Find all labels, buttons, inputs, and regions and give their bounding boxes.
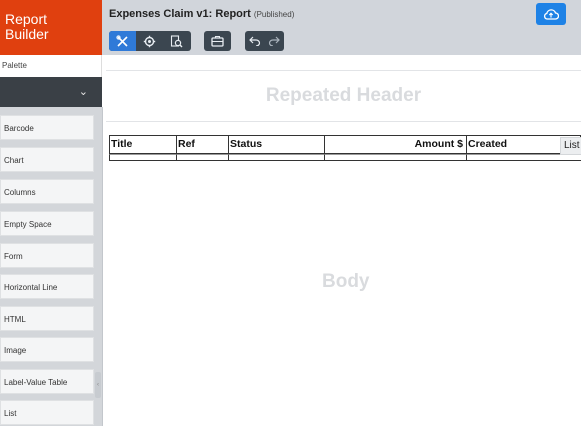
list-component-tag[interactable]: List (560, 137, 581, 155)
palette-label: Palette (0, 55, 102, 77)
table-cell (109, 154, 176, 160)
palette-item-columns[interactable]: Columns (0, 179, 94, 204)
palette-list: Barcode Chart Columns Empty Space Form H… (0, 107, 103, 426)
column-header-title[interactable]: Title (109, 136, 176, 153)
brand-line-1: Report (5, 11, 48, 27)
palette-item-image[interactable]: Image (0, 337, 94, 362)
table-cell (228, 154, 324, 160)
palette-category-select[interactable]: ⌄ (0, 77, 102, 107)
repeated-header-band[interactable]: Repeated Header (106, 70, 581, 122)
undo-button[interactable] (245, 31, 264, 51)
gear-icon (143, 35, 156, 47)
data-source-button[interactable] (204, 31, 231, 51)
column-header-status[interactable]: Status (228, 136, 324, 153)
column-header-ref[interactable]: Ref (176, 136, 228, 153)
report-title-text: Expenses Claim v1: Report (109, 8, 251, 20)
brand-line-2: Builder (5, 26, 49, 42)
redo-button[interactable] (264, 31, 284, 51)
repeated-header-label: Repeated Header (265, 85, 422, 106)
body-band-label: Body (322, 271, 370, 292)
table-cell (176, 154, 228, 160)
cloud-upload-icon (543, 9, 559, 20)
palette-item-list[interactable]: List (0, 400, 94, 425)
table-detail-row (109, 154, 581, 161)
design-mode-button[interactable] (109, 31, 136, 51)
list-table[interactable]: Title Ref Status Amount $ Created (109, 135, 581, 161)
palette-item-label-value-table[interactable]: Label-Value Table (0, 369, 94, 394)
palette-item-horizontal-line[interactable]: Horizontal Line (0, 274, 94, 299)
palette-item-chart[interactable]: Chart (0, 147, 94, 172)
view-mode-group (109, 31, 191, 51)
preview-search-icon (170, 34, 183, 47)
publish-status: (Published) (253, 10, 295, 19)
column-header-amount[interactable]: Amount $ (324, 136, 466, 153)
data-source-group (204, 31, 231, 51)
tools-icon (116, 34, 128, 47)
chevron-down-icon: ⌄ (78, 86, 88, 98)
briefcase-icon (211, 35, 224, 47)
redo-icon (268, 36, 280, 46)
undo-icon (248, 36, 260, 46)
table-cell (324, 154, 466, 160)
palette-item-barcode[interactable]: Barcode (0, 115, 94, 140)
report-canvas: Repeated Header Title Ref Status Amount … (106, 55, 581, 426)
app-brand: Report Builder (0, 0, 102, 55)
history-group (245, 31, 284, 51)
settings-button[interactable] (136, 31, 163, 51)
preview-button[interactable] (163, 31, 190, 51)
palette-collapse-handle[interactable]: ‹ (95, 372, 101, 398)
table-header-row: Title Ref Status Amount $ Created (109, 135, 581, 154)
palette-item-html[interactable]: HTML (0, 306, 94, 331)
publish-button[interactable] (536, 3, 566, 25)
top-toolbar: Expenses Claim v1: Report (Published) (102, 0, 581, 55)
report-title: Expenses Claim v1: Report (Published) (109, 8, 294, 20)
palette-item-empty-space[interactable]: Empty Space (0, 211, 94, 236)
palette-item-form[interactable]: Form (0, 243, 94, 268)
